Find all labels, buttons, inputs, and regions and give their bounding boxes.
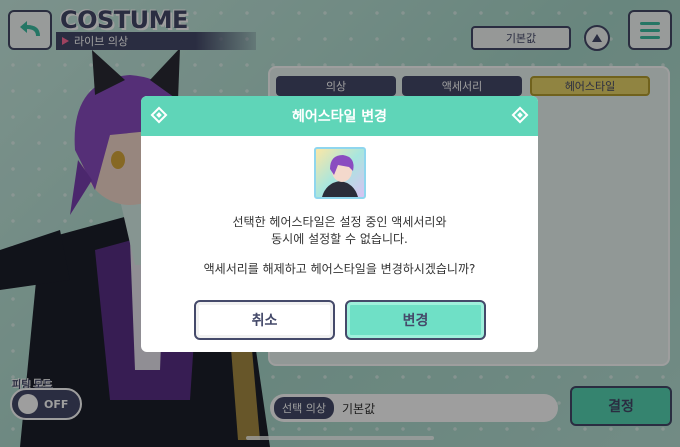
- dialog-message-line: 동시에 설정할 수 없습니다.: [271, 232, 408, 246]
- diamond-icon: [511, 106, 529, 124]
- hairstyle-change-dialog: 헤어스타일 변경 선택한 헤어스타일은 설정 중인 액세서리와 동시에 설정할 …: [141, 96, 538, 352]
- change-button[interactable]: 변경: [345, 300, 486, 340]
- cancel-button[interactable]: 취소: [194, 300, 335, 340]
- diamond-icon: [150, 106, 168, 124]
- dialog-title: 헤어스타일 변경: [291, 109, 388, 125]
- hairstyle-thumbnail: [314, 147, 366, 199]
- character-portrait-icon: [322, 155, 358, 197]
- dialog-question: 액세서리를 해제하고 헤어스타일을 변경하시겠습니까?: [203, 262, 476, 276]
- dialog-header: 헤어스타일 변경: [141, 96, 538, 136]
- dialog-message-line: 선택한 헤어스타일은 설정 중인 액세서리와: [232, 215, 447, 229]
